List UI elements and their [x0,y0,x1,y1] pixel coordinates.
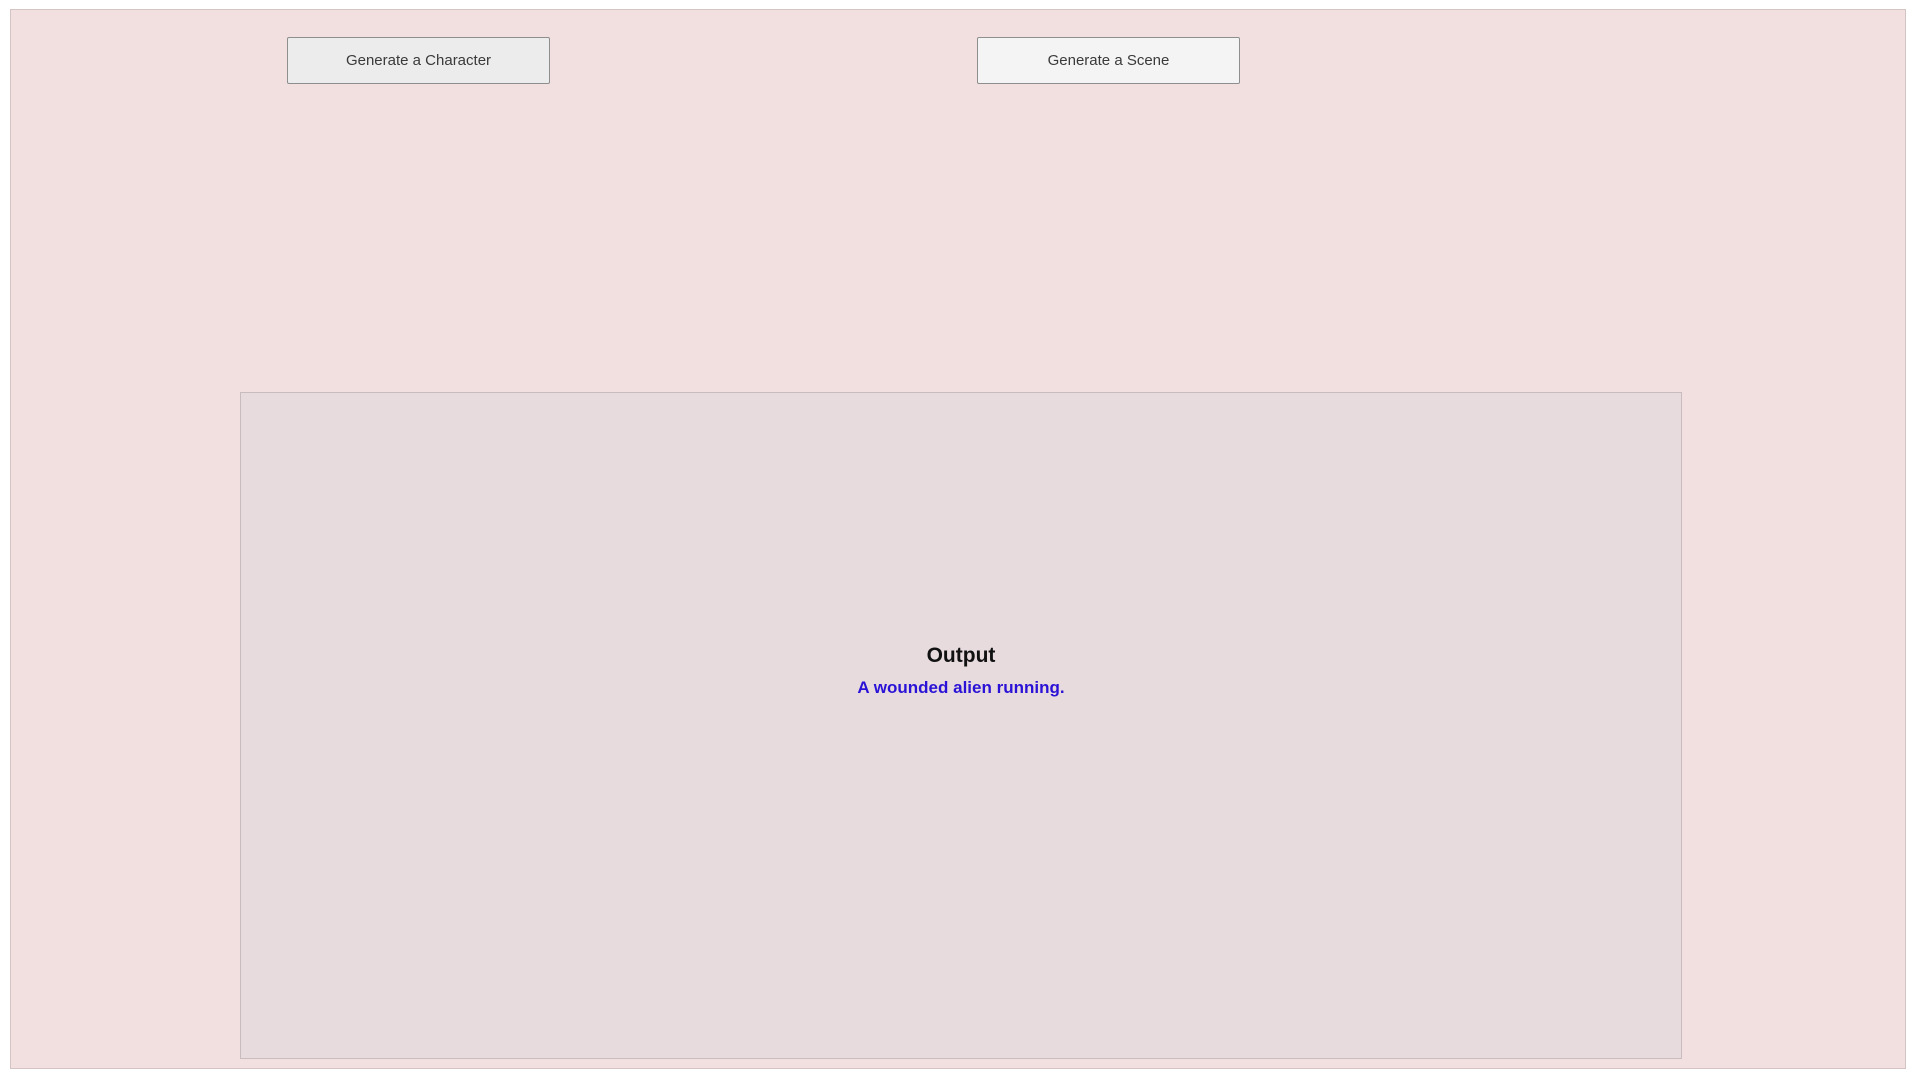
app-frame: Generate a Character Generate a Scene Ou… [10,9,1906,1069]
output-panel: Output A wounded alien running. [240,392,1682,1059]
generate-character-button[interactable]: Generate a Character [287,37,550,84]
output-text: A wounded alien running. [857,678,1065,697]
output-title: Output [926,644,996,667]
output-content: Output A wounded alien running. [241,643,1681,698]
generate-scene-button[interactable]: Generate a Scene [977,37,1240,84]
